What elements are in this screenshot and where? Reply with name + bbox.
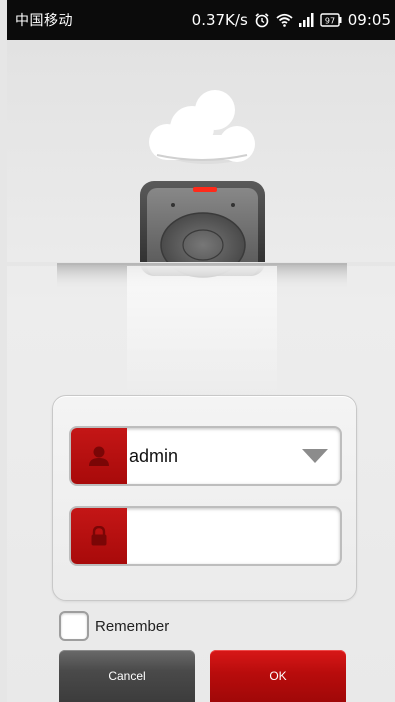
remember-option[interactable]: Remember <box>59 611 169 641</box>
wifi-icon <box>276 13 293 27</box>
username-field[interactable]: admin <box>69 426 342 486</box>
clock: 09:05 <box>347 11 391 29</box>
signal-icon <box>298 13 314 27</box>
remember-checkbox[interactable] <box>59 611 89 641</box>
triangle-down-icon[interactable] <box>300 428 330 484</box>
password-field[interactable] <box>69 506 342 566</box>
cancel-button[interactable]: Cancel <box>59 650 195 702</box>
remember-label: Remember <box>95 617 170 635</box>
ok-button[interactable]: OK <box>210 650 346 702</box>
network-speed: 0.37K/s <box>191 11 248 29</box>
battery-icon: 97 <box>320 13 342 27</box>
password-value <box>127 508 129 564</box>
status-indicators: 0.37K/s 97 09:05 <box>192 11 391 29</box>
cloud-icon <box>149 90 255 164</box>
user-icon <box>71 428 127 484</box>
hero-illustration <box>7 90 395 396</box>
carrier-name: 中国移动 <box>15 13 73 29</box>
login-panel: admin <box>52 395 357 601</box>
alarm-icon <box>254 12 270 28</box>
status-bar: 中国移动 0.37K/s 97 09:05 <box>7 0 395 40</box>
app-background <box>7 40 395 702</box>
lock-icon <box>71 508 127 564</box>
battery-level: 97 <box>325 17 335 26</box>
username-value: admin <box>129 445 179 466</box>
